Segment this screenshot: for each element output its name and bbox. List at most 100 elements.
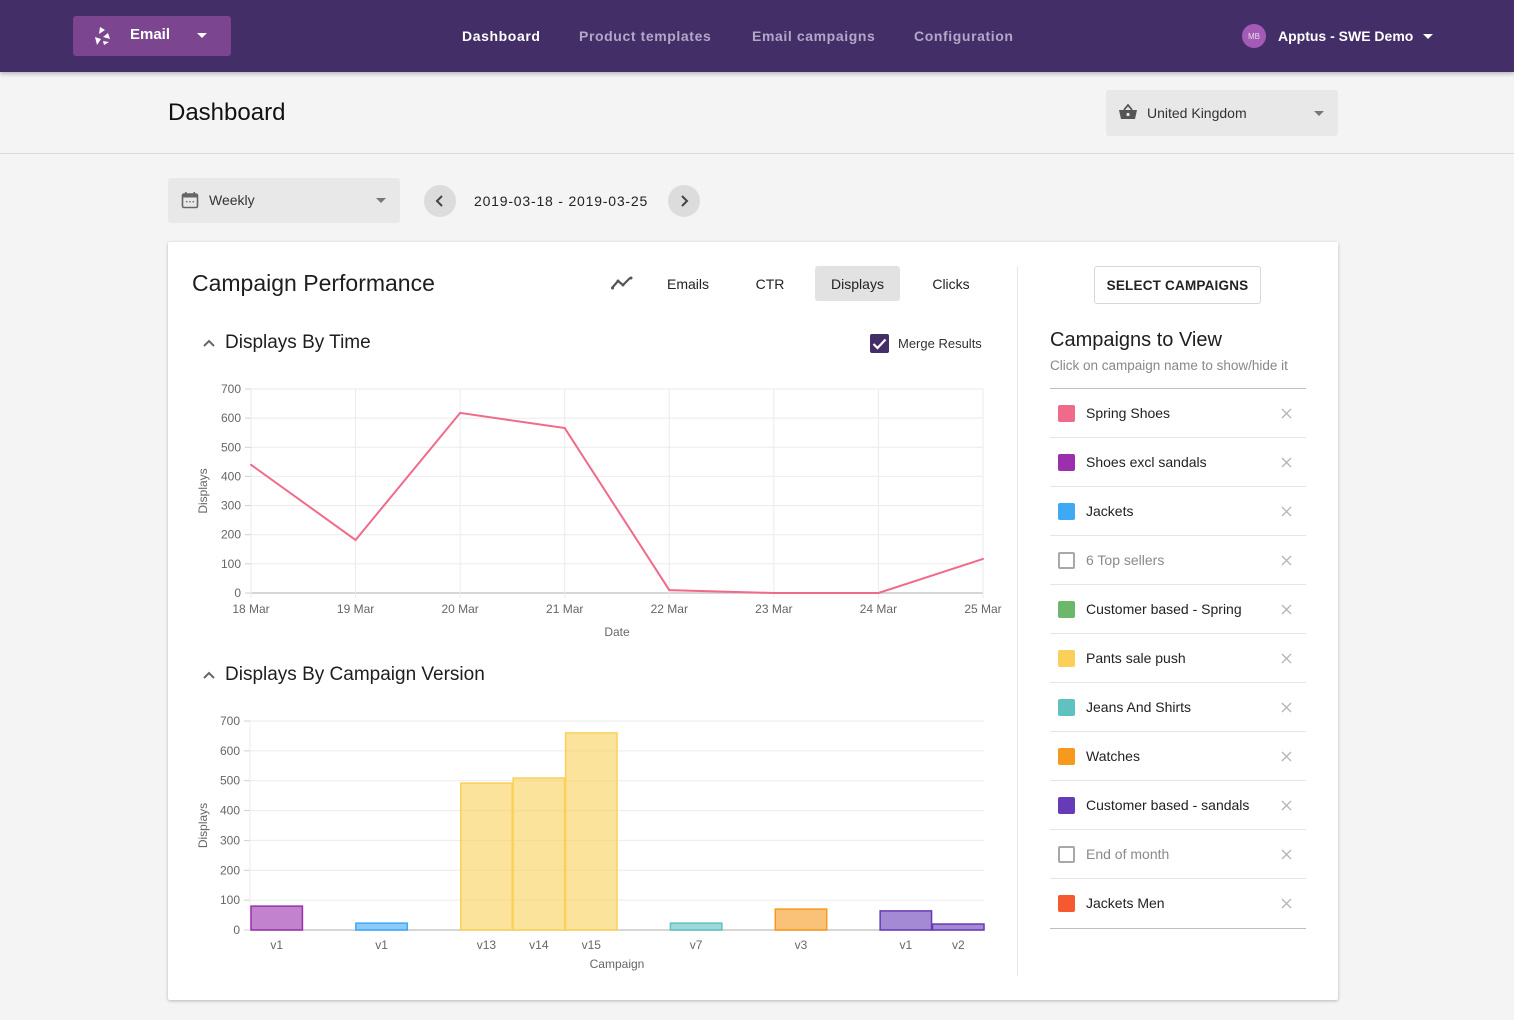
campaign-name[interactable]: Jeans And Shirts [1086,699,1191,715]
calendar-icon [181,192,199,209]
campaign-item[interactable]: Spring Shoes [1050,389,1306,438]
x-tick-label: v3 [795,938,808,952]
remove-campaign-icon[interactable] [1280,848,1293,861]
y-tick-label: 0 [234,586,241,600]
page-header: Dashboard United Kingdom [0,72,1514,154]
period-select[interactable]: Weekly [168,178,400,223]
x-tick-label: v1 [270,938,283,952]
campaign-item[interactable]: 6 Top sellers [1050,536,1306,585]
remove-campaign-icon[interactable] [1280,750,1293,763]
campaign-item[interactable]: Jeans And Shirts [1050,683,1306,732]
section-toggle-time[interactable]: Displays By Time [202,332,371,354]
remove-campaign-icon[interactable] [1280,897,1293,910]
section-toggle-version[interactable]: Displays By Campaign Version [202,664,485,686]
campaign-name[interactable]: Spring Shoes [1086,405,1170,421]
campaign-item[interactable]: Jackets [1050,487,1306,536]
page-title: Dashboard [168,99,286,126]
previous-period-button[interactable] [424,185,456,217]
y-tick-label: 300 [221,499,241,513]
remove-campaign-icon[interactable] [1280,456,1293,469]
remove-campaign-icon[interactable] [1280,799,1293,812]
campaign-color-swatch [1058,601,1075,618]
tab-emails[interactable]: Emails [654,266,722,301]
campaign-name[interactable]: Shoes excl sandals [1086,454,1207,470]
line-chart-icon[interactable] [611,274,635,292]
data-point [563,427,566,430]
y-tick-label: 100 [220,893,240,907]
campaign-color-swatch [1058,405,1075,422]
y-tick-label: 300 [220,833,240,847]
campaign-name[interactable]: Pants sale push [1086,650,1186,666]
x-tick-label: 24 Mar [860,602,897,616]
y-tick-label: 200 [221,528,241,542]
data-point [877,592,880,594]
campaign-color-swatch [1058,552,1075,569]
x-tick-label: 20 Mar [441,602,478,616]
campaign-name[interactable]: Watches [1086,748,1140,764]
top-bar: Email Dashboard Product templates Email … [0,0,1514,72]
select-campaigns-button[interactable]: SELECT CAMPAIGNS [1094,266,1261,304]
campaign-item[interactable]: Customer based - sandals [1050,781,1306,830]
remove-campaign-icon[interactable] [1280,505,1293,518]
campaign-color-swatch [1058,748,1075,765]
x-tick-label: v13 [477,938,497,952]
chevron-right-icon [681,195,689,207]
section-title-version: Displays By Campaign Version [225,664,485,685]
y-tick-label: 700 [220,714,240,728]
bar [879,910,933,931]
x-tick-label: v15 [582,938,602,952]
bar [931,923,985,931]
bar [564,732,618,931]
campaign-item[interactable]: Shoes excl sandals [1050,438,1306,487]
campaign-list: Spring Shoes Shoes excl sandals Jackets 6 T… [1050,388,1306,929]
campaign-color-swatch [1058,650,1075,667]
card-title: Campaign Performance [192,270,435,296]
campaign-name[interactable]: Jackets [1086,503,1133,519]
x-tick-label: 23 Mar [755,602,792,616]
campaign-color-swatch [1058,503,1075,520]
campaign-name[interactable]: 6 Top sellers [1086,552,1164,568]
merge-results-checkbox[interactable]: Merge Results [870,334,982,353]
displays-by-time-chart: 0 100 200 300 400 500 600 700 18 Mar 19 Mar 20 Mar… [196,382,1002,639]
chevron-up-icon [203,671,215,679]
y-tick-label: 100 [221,557,241,571]
nav-dashboard[interactable]: Dashboard [462,28,541,44]
campaign-item[interactable]: Jackets Men [1050,879,1306,928]
bar [774,908,828,931]
tab-ctr[interactable]: CTR [746,266,794,301]
campaign-color-swatch [1058,846,1075,863]
y-tick-label: 400 [221,469,241,483]
campaign-item[interactable]: Watches [1050,732,1306,781]
tab-displays[interactable]: Displays [815,266,900,301]
next-period-button[interactable] [668,185,700,217]
remove-campaign-icon[interactable] [1280,407,1293,420]
remove-campaign-icon[interactable] [1280,554,1293,567]
bar [250,905,304,931]
nav-product-templates[interactable]: Product templates [579,28,711,44]
check-icon [872,338,887,350]
tab-clicks[interactable]: Clicks [922,266,980,301]
data-point [668,589,671,592]
campaign-performance-card: Campaign Performance Emails CTR Displays… [168,242,1338,1000]
user-menu[interactable]: MB Apptus - SWE Demo [1242,24,1434,48]
campaign-name[interactable]: Jackets Men [1086,895,1165,911]
bar [512,777,566,931]
remove-campaign-icon[interactable] [1280,603,1293,616]
x-axis-label: Date [604,625,630,639]
x-tick-label: 22 Mar [651,602,688,616]
campaign-name[interactable]: End of month [1086,846,1169,862]
nav-configuration[interactable]: Configuration [914,28,1014,44]
bar [355,922,409,931]
campaign-item[interactable]: Customer based - Spring [1050,585,1306,634]
x-tick-label: v1 [375,938,388,952]
x-tick-label: v2 [952,938,965,952]
y-axis-label: Displays [196,803,210,848]
campaign-item[interactable]: Pants sale push [1050,634,1306,683]
campaign-name[interactable]: Customer based - sandals [1086,797,1249,813]
country-select[interactable]: United Kingdom [1106,90,1338,136]
remove-campaign-icon[interactable] [1280,701,1293,714]
campaign-name[interactable]: Customer based - Spring [1086,601,1242,617]
nav-email-campaigns[interactable]: Email campaigns [752,28,875,44]
campaign-item[interactable]: End of month [1050,830,1306,879]
remove-campaign-icon[interactable] [1280,652,1293,665]
